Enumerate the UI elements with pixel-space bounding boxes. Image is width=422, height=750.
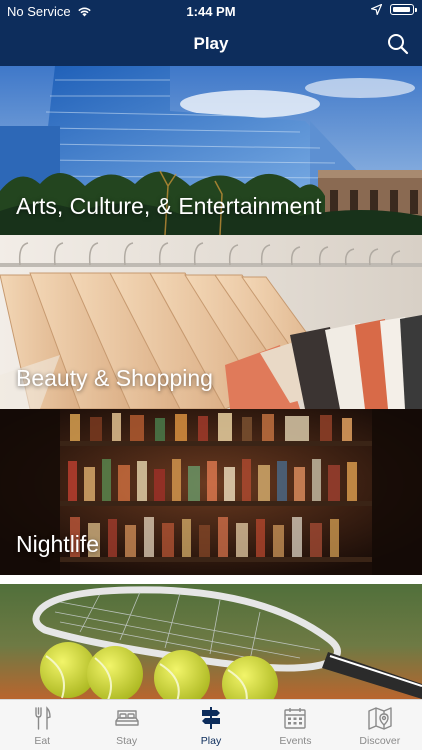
tab-bar: Eat Stay Play Events Discover <box>0 699 422 750</box>
category-label: Arts, Culture, & Entertainment <box>16 193 322 219</box>
tab-label: Discover <box>359 735 401 747</box>
tab-discover[interactable]: Discover <box>338 700 422 750</box>
category-tile-sports[interactable] <box>0 580 422 699</box>
tab-label: Stay <box>116 735 138 747</box>
tab-stay[interactable]: Stay <box>84 700 168 750</box>
location-arrow-icon <box>371 4 382 15</box>
bed-icon <box>114 710 139 726</box>
category-label: Beauty & Shopping <box>16 365 213 391</box>
tab-label: Eat <box>34 735 51 747</box>
battery-icon <box>390 4 417 15</box>
search-icon <box>388 34 409 55</box>
calendar-icon <box>284 708 307 729</box>
tab-label: Play <box>200 735 222 747</box>
page-title: Play <box>193 34 229 53</box>
nav-header: No Service 1:44 PM Play <box>0 0 422 66</box>
signpost-icon <box>202 707 221 729</box>
sports-tennis-image <box>0 580 422 699</box>
category-tile-arts[interactable]: Arts, Culture, & Entertainment <box>0 66 422 235</box>
status-right <box>371 4 417 15</box>
status-bar: No Service 1:44 PM <box>0 0 422 22</box>
map-pin-icon <box>368 707 392 730</box>
tab-label: Events <box>279 735 312 747</box>
category-tile-nightlife[interactable]: Nightlife <box>0 409 422 575</box>
status-time: 1:44 PM <box>186 4 236 19</box>
tab-events[interactable]: Events <box>253 700 337 750</box>
category-label: Nightlife <box>16 531 100 557</box>
category-tile-shopping[interactable]: Beauty & Shopping <box>0 235 422 409</box>
tab-play[interactable]: Play <box>169 700 253 750</box>
category-list: Arts, Culture, & Entertainment Beauty & … <box>0 66 422 699</box>
fork-knife-icon <box>35 706 51 730</box>
search-button[interactable] <box>386 32 410 56</box>
tab-eat[interactable]: Eat <box>0 700 84 750</box>
